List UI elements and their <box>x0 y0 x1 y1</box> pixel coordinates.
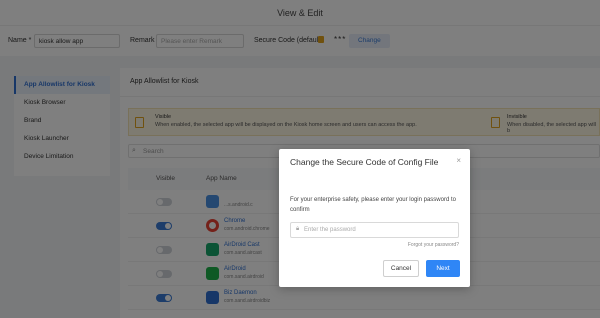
change-secure-code-dialog: Change the Secure Code of Config File × … <box>279 149 470 287</box>
password-placeholder: Enter the password <box>304 227 356 233</box>
next-button[interactable]: Next <box>426 260 460 277</box>
dialog-title: Change the Secure Code of Config File <box>290 157 439 167</box>
dialog-message: For your enterprise safety, please enter… <box>290 197 456 213</box>
password-input[interactable]: 🔒︎ Enter the password <box>290 222 459 238</box>
forgot-password-link[interactable]: Forgot your password? <box>408 242 459 248</box>
close-icon[interactable]: × <box>456 156 461 165</box>
lock-icon: 🔒︎ <box>296 226 300 232</box>
cancel-button[interactable]: Cancel <box>383 260 419 277</box>
